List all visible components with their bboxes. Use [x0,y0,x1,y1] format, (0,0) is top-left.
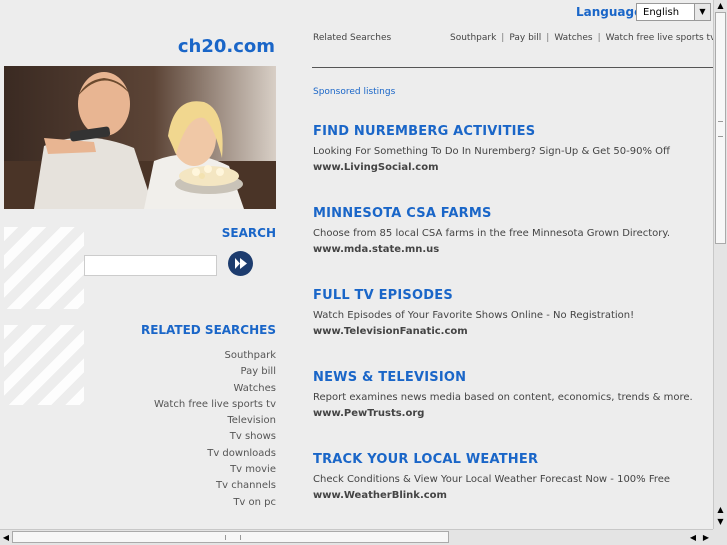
ad-listing: TRACK YOUR LOCAL WEATHER Check Condition… [313,448,670,501]
ad-title-link[interactable]: FIND NUREMBERG ACTIVITIES [313,124,535,139]
related-searches-label: Related Searches [313,33,392,43]
ad-listing: FULL TV EPISODES Watch Episodes of Your … [313,284,634,337]
ad-description: Choose from 85 local CSA farms in the fr… [313,228,671,239]
ad-description: Watch Episodes of Your Favorite Shows On… [313,310,635,321]
top-link[interactable]: Pay bill [509,33,541,43]
scroll-up-arrow-icon[interactable]: ▲ [714,504,727,516]
ad-description: Report examines news media based on cont… [313,392,693,403]
related-link[interactable]: Tv downloads [207,448,276,459]
ad-title-link[interactable]: NEWS & TELEVISION [313,370,466,385]
related-link[interactable]: Watch free live sports tv [154,399,276,410]
ad-description: Check Conditions & View Your Local Weath… [313,474,671,485]
top-link[interactable]: Southpark [450,33,496,43]
separator: | [597,33,601,43]
ad-listing: FIND NUREMBERG ACTIVITIES Looking For So… [313,120,670,173]
ad-description: Looking For Something To Do In Nuremberg… [313,146,670,157]
ad-title-link[interactable]: FULL TV EPISODES [313,288,453,303]
vertical-scrollbar[interactable]: ▲ ▲ ▼ [713,0,727,529]
sponsored-listings-label[interactable]: Sponsored listings [313,87,395,97]
related-link[interactable]: Tv on pc [233,497,276,508]
related-link[interactable]: Tv movie [230,464,276,475]
ad-listing: NEWS & TELEVISION Report examines news m… [313,366,693,419]
language-select[interactable]: English ▼ [636,3,711,21]
hero-image [4,66,276,209]
decorative-stripes [4,227,84,309]
ad-url-link[interactable]: www.LivingSocial.com [313,162,670,173]
ad-url-link[interactable]: www.PewTrusts.org [313,408,693,419]
arrow-circle-icon [228,251,253,276]
scroll-down-arrow-icon[interactable]: ▼ [714,516,727,528]
ad-title-link[interactable]: TRACK YOUR LOCAL WEATHER [313,452,538,467]
horizontal-scrollbar[interactable]: ◀ ◀ ▶ [0,529,713,545]
related-searches-heading: RELATED SEARCHES [140,323,276,337]
ad-url-link[interactable]: www.TelevisionFanatic.com [313,326,634,337]
site-name-link[interactable]: ch20.com [178,36,275,57]
top-link[interactable]: Watch free live sports tv [606,33,716,43]
top-related-links: Southpark | Pay bill | Watches | Watch free li… [450,33,727,43]
related-link[interactable]: Watches [234,383,277,394]
separator: | [546,33,550,43]
search-heading: SEARCH [221,226,276,240]
chevron-down-icon[interactable]: ▼ [694,4,710,20]
horizontal-scroll-thumb[interactable] [12,531,449,543]
related-link[interactable]: Tv channels [216,480,276,491]
scroll-right-arrow-icon[interactable]: ▶ [700,530,712,545]
ad-title-link[interactable]: MINNESOTA CSA FARMS [313,206,492,221]
scroll-corner [713,529,727,545]
related-link[interactable]: Tv shows [230,431,276,442]
search-input[interactable] [84,255,217,276]
language-selected-value: English [643,7,680,18]
separator: | [501,33,505,43]
ad-url-link[interactable]: www.mda.state.mn.us [313,244,670,255]
grip-icon [225,535,241,540]
scroll-left-arrow-icon[interactable]: ◀ [687,530,699,545]
related-searches-list: Southpark Pay bill Watches Watch free li… [154,350,276,513]
vertical-scroll-thumb[interactable] [715,12,726,244]
decorative-stripes [4,325,84,405]
related-link[interactable]: Television [227,415,276,426]
top-link[interactable]: Watches [554,33,592,43]
related-link[interactable]: Southpark [225,350,276,361]
divider [312,67,715,68]
scroll-up-arrow-icon[interactable]: ▲ [714,0,727,12]
search-go-button[interactable] [227,250,254,277]
ad-url-link[interactable]: www.WeatherBlink.com [313,490,670,501]
related-link[interactable]: Pay bill [241,366,277,377]
grip-icon [718,121,723,137]
ad-listing: MINNESOTA CSA FARMS Choose from 85 local… [313,202,670,255]
scroll-left-arrow-icon[interactable]: ◀ [0,530,12,545]
